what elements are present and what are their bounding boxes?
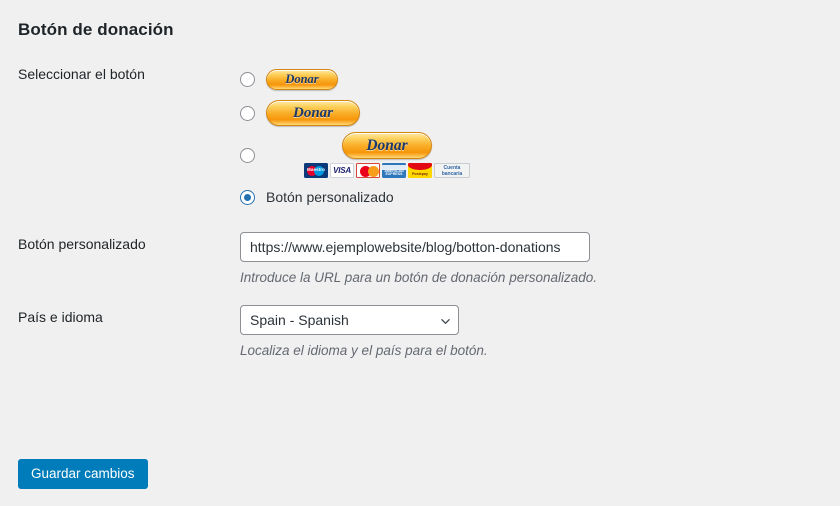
settings-form: Seleccionar el botón Donar Donar Donar M… bbox=[0, 62, 840, 358]
donate-button-label-medium[interactable]: Donar bbox=[266, 100, 360, 126]
payment-method-icons: Maestro VISA AMERICAN EXPRESS Postepay C… bbox=[304, 163, 470, 178]
paypal-donate-button-medium[interactable]: Donar bbox=[266, 100, 360, 126]
field-custom-button: Introduce la URL para un botón de donaci… bbox=[222, 232, 840, 285]
country-language-select[interactable]: Spain - Spanish bbox=[240, 305, 459, 335]
submit-area: Guardar cambios bbox=[18, 459, 148, 489]
form-row-country-language: País e idioma Spain - Spanish Localiza e… bbox=[0, 305, 840, 358]
form-row-custom-button: Botón personalizado Introduce la URL par… bbox=[0, 232, 840, 285]
radio-custom-button[interactable] bbox=[240, 189, 255, 205]
custom-button-url-input[interactable] bbox=[240, 232, 590, 262]
paypal-donate-button-small[interactable]: Donar bbox=[266, 68, 338, 90]
postepay-card-icon: Postepay bbox=[408, 163, 432, 178]
country-language-select-wrap[interactable]: Spain - Spanish bbox=[240, 305, 459, 335]
form-row-select-button: Seleccionar el botón Donar Donar Donar M… bbox=[0, 62, 840, 214]
field-select-button: Donar Donar Donar Maestro VISA AMERICAN … bbox=[222, 62, 840, 214]
label-country-language: País e idioma bbox=[18, 309, 103, 325]
settings-page: Botón de donación Seleccionar el botón D… bbox=[0, 0, 840, 506]
paypal-donate-button-large[interactable]: Donar Maestro VISA AMERICAN EXPRESS Post… bbox=[304, 132, 470, 178]
donate-button-label-small[interactable]: Donar bbox=[266, 68, 338, 90]
maestro-card-icon: Maestro bbox=[304, 163, 328, 178]
radio-label-custom-button: Botón personalizado bbox=[266, 189, 394, 205]
radio-small-button[interactable] bbox=[240, 71, 255, 87]
save-changes-button[interactable]: Guardar cambios bbox=[18, 459, 148, 489]
mastercard-card-icon bbox=[356, 163, 380, 178]
donate-button-label-large[interactable]: Donar bbox=[342, 132, 432, 159]
label-select-button: Seleccionar el botón bbox=[18, 66, 145, 82]
page-title: Botón de donación bbox=[18, 20, 174, 39]
radio-option-medium-button[interactable]: Donar bbox=[240, 96, 840, 130]
donation-button-radio-group: Donar Donar Donar Maestro VISA AMERICAN … bbox=[240, 62, 840, 214]
custom-button-description: Introduce la URL para un botón de donaci… bbox=[240, 270, 598, 285]
bank-account-icon: Cuenta bancaria bbox=[434, 163, 470, 178]
radio-option-custom-button[interactable]: Botón personalizado bbox=[240, 180, 840, 214]
radio-option-small-button[interactable]: Donar bbox=[240, 62, 840, 96]
country-language-selected-value: Spain - Spanish bbox=[250, 312, 349, 328]
visa-card-icon: VISA bbox=[330, 163, 354, 178]
radio-medium-button[interactable] bbox=[240, 105, 255, 121]
label-custom-button: Botón personalizado bbox=[18, 236, 146, 252]
field-country-language: Spain - Spanish Localiza el idioma y el … bbox=[222, 305, 840, 358]
radio-option-large-button-with-cards[interactable]: Donar Maestro VISA AMERICAN EXPRESS Post… bbox=[240, 130, 840, 180]
country-language-description: Localiza el idioma y el país para el bot… bbox=[240, 343, 488, 358]
radio-large-button-with-cards[interactable] bbox=[240, 147, 255, 163]
amex-card-icon: AMERICAN EXPRESS bbox=[382, 163, 406, 178]
